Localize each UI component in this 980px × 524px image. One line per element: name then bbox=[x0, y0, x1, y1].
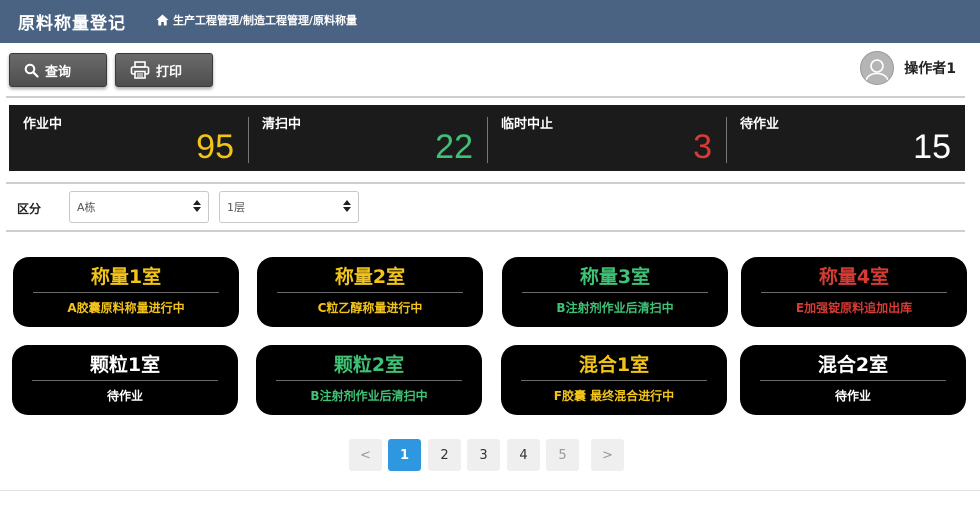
operator-name: 操作者1 bbox=[904, 61, 956, 77]
divider bbox=[521, 380, 707, 381]
building-select-value: A栋 bbox=[77, 201, 96, 214]
divider bbox=[522, 292, 708, 293]
room-card[interactable]: 称量3室 B注射剂作业后清扫中 bbox=[502, 257, 728, 327]
divider bbox=[33, 292, 219, 293]
room-name: 混合1室 bbox=[578, 354, 650, 376]
building-select[interactable]: A栋 bbox=[69, 191, 209, 223]
status-waiting: 待作业 15 bbox=[726, 105, 965, 171]
search-button[interactable]: 查询 bbox=[9, 53, 107, 87]
printer-icon bbox=[130, 61, 150, 79]
room-status: 待作业 bbox=[834, 389, 871, 403]
next-page-button[interactable]: > bbox=[591, 439, 624, 471]
room-status: C粒乙醇称量进行中 bbox=[317, 301, 423, 315]
room-name: 称量2室 bbox=[334, 266, 406, 288]
page-button-4[interactable]: 4 bbox=[507, 439, 540, 471]
search-icon bbox=[24, 63, 39, 78]
room-card[interactable]: 混合2室 待作业 bbox=[740, 345, 966, 415]
status-working: 作业中 95 bbox=[9, 105, 248, 171]
divider bbox=[761, 292, 947, 293]
page-button-3[interactable]: 3 bbox=[467, 439, 500, 471]
room-card[interactable]: 称量4室 E加强锭原料追加出库 bbox=[741, 257, 967, 327]
room-status: 待作业 bbox=[106, 389, 143, 403]
filter-row: 区分 A栋 1层 bbox=[0, 184, 980, 230]
status-count: 22 bbox=[435, 128, 473, 166]
status-label: 作业中 bbox=[23, 117, 63, 132]
status-cleaning: 清扫中 22 bbox=[248, 105, 487, 171]
operator-info: 操作者1 bbox=[860, 51, 956, 85]
status-label: 临时中止 bbox=[501, 117, 554, 132]
room-card[interactable]: 混合1室 F胶囊 最终混合进行中 bbox=[501, 345, 727, 415]
breadcrumb: 生产工程管理/制造工程管理/原料称量 bbox=[156, 12, 357, 28]
prev-page-button[interactable]: < bbox=[349, 439, 382, 471]
room-name: 混合2室 bbox=[817, 354, 889, 376]
home-icon[interactable] bbox=[156, 14, 169, 26]
status-count: 15 bbox=[913, 128, 951, 166]
print-button[interactable]: 打印 bbox=[115, 53, 213, 87]
updown-arrows-icon bbox=[193, 200, 201, 212]
page-button-1[interactable]: 1 bbox=[388, 439, 421, 471]
room-name: 称量4室 bbox=[818, 266, 890, 288]
search-button-label: 查询 bbox=[45, 64, 72, 80]
app-header: 原料称量登记 生产工程管理/制造工程管理/原料称量 bbox=[0, 0, 980, 43]
room-status: A胶囊原料称量进行中 bbox=[67, 301, 185, 315]
status-summary: 作业中 95 清扫中 22 临时中止 3 待作业 15 bbox=[9, 105, 965, 171]
divider bbox=[276, 380, 462, 381]
divider bbox=[6, 230, 965, 232]
status-label: 待作业 bbox=[740, 117, 780, 132]
toolbar: 查询 打印 操作者1 bbox=[0, 43, 980, 97]
divider bbox=[0, 490, 980, 491]
room-card[interactable]: 称量2室 C粒乙醇称量进行中 bbox=[257, 257, 483, 327]
print-button-label: 打印 bbox=[156, 64, 183, 80]
room-name: 颗粒2室 bbox=[333, 354, 405, 376]
avatar[interactable] bbox=[860, 51, 895, 85]
status-suspended: 临时中止 3 bbox=[487, 105, 726, 171]
updown-arrows-icon bbox=[343, 200, 351, 212]
breadcrumb-path[interactable]: 生产工程管理/制造工程管理/原料称量 bbox=[173, 12, 357, 28]
page-button-5[interactable]: 5 bbox=[546, 439, 579, 471]
divider bbox=[6, 96, 965, 98]
divider bbox=[277, 292, 463, 293]
divider bbox=[760, 380, 946, 381]
status-count: 3 bbox=[693, 128, 712, 166]
status-label: 清扫中 bbox=[262, 117, 302, 132]
room-name: 称量3室 bbox=[579, 266, 651, 288]
floor-select[interactable]: 1层 bbox=[219, 191, 359, 223]
room-status: B注射剂作业后清扫中 bbox=[310, 389, 428, 403]
page-title: 原料称量登记 bbox=[18, 14, 126, 34]
page-button-2[interactable]: 2 bbox=[428, 439, 461, 471]
floor-select-value: 1层 bbox=[227, 201, 245, 214]
filter-label: 区分 bbox=[17, 202, 42, 216]
room-name: 称量1室 bbox=[90, 266, 162, 288]
room-card[interactable]: 颗粒1室 待作业 bbox=[12, 345, 238, 415]
room-status: F胶囊 最终混合进行中 bbox=[553, 389, 675, 403]
user-icon bbox=[864, 59, 891, 84]
room-status: B注射剂作业后清扫中 bbox=[556, 301, 674, 315]
room-card[interactable]: 称量1室 A胶囊原料称量进行中 bbox=[13, 257, 239, 327]
status-count: 95 bbox=[196, 128, 234, 166]
room-name: 颗粒1室 bbox=[89, 354, 161, 376]
divider bbox=[32, 380, 218, 381]
room-status: E加强锭原料追加出库 bbox=[795, 301, 913, 315]
room-card[interactable]: 颗粒2室 B注射剂作业后清扫中 bbox=[256, 345, 482, 415]
